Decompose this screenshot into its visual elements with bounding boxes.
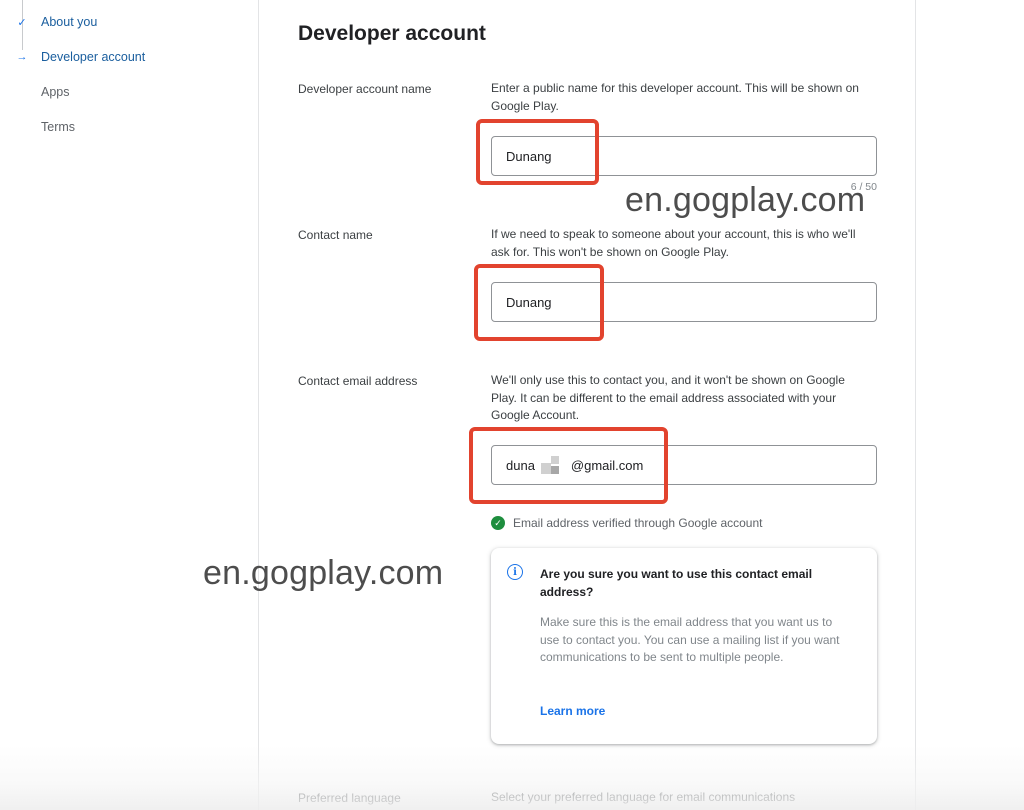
verified-text: Email address verified through Google ac… xyxy=(513,516,763,530)
learn-more-link[interactable]: Learn more xyxy=(540,704,605,718)
contact-name-input[interactable] xyxy=(491,282,877,322)
contact-email-label: Contact email address xyxy=(298,374,418,388)
preferred-language-label: Preferred language xyxy=(298,791,401,805)
watermark-text: en.gogplay.com xyxy=(203,554,444,592)
content-divider xyxy=(915,0,916,810)
developer-name-help: Enter a public name for this developer a… xyxy=(491,81,859,113)
developer-name-label: Developer account name xyxy=(298,82,432,96)
watermark-text: en.gogplay.com xyxy=(625,181,866,219)
info-icon: i xyxy=(507,564,523,580)
step-label: Terms xyxy=(41,120,76,134)
redaction-block xyxy=(550,456,559,464)
notice-title: Are you sure you want to use this contac… xyxy=(540,567,813,599)
email-redaction xyxy=(537,456,569,474)
check-circle-icon: ✓ xyxy=(491,516,505,530)
page: ✓ About you → Developer account Apps Ter… xyxy=(0,0,1024,810)
contact-email-input[interactable]: duna @gmail.com xyxy=(491,445,877,485)
redaction-block xyxy=(540,463,551,474)
redaction-block xyxy=(550,466,559,474)
email-verified-status: ✓ Email address verified through Google … xyxy=(491,516,762,530)
contact-name-label: Contact name xyxy=(298,228,373,242)
setup-stepper: ✓ About you → Developer account Apps Ter… xyxy=(0,0,258,810)
contact-email-help: We'll only use this to contact you, and … xyxy=(491,373,845,422)
main-content: Developer account Developer account name… xyxy=(259,0,915,810)
arrow-right-icon: → xyxy=(16,51,28,63)
email-value-end: @gmail.com xyxy=(570,457,644,473)
notice-body: Make sure this is the email address that… xyxy=(540,615,840,664)
check-icon: ✓ xyxy=(17,16,27,29)
step-label: About you xyxy=(41,15,98,29)
preferred-language-help: Select your preferred language for email… xyxy=(491,790,796,804)
step-label: Developer account xyxy=(41,50,146,64)
email-value-start: duna xyxy=(506,457,535,473)
contact-name-help: If we need to speak to someone about you… xyxy=(491,227,856,259)
contact-email-notice: i Are you sure you want to use this cont… xyxy=(491,548,877,744)
developer-name-input[interactable] xyxy=(491,136,877,176)
step-label: Apps xyxy=(41,85,70,99)
page-title: Developer account xyxy=(298,22,486,45)
